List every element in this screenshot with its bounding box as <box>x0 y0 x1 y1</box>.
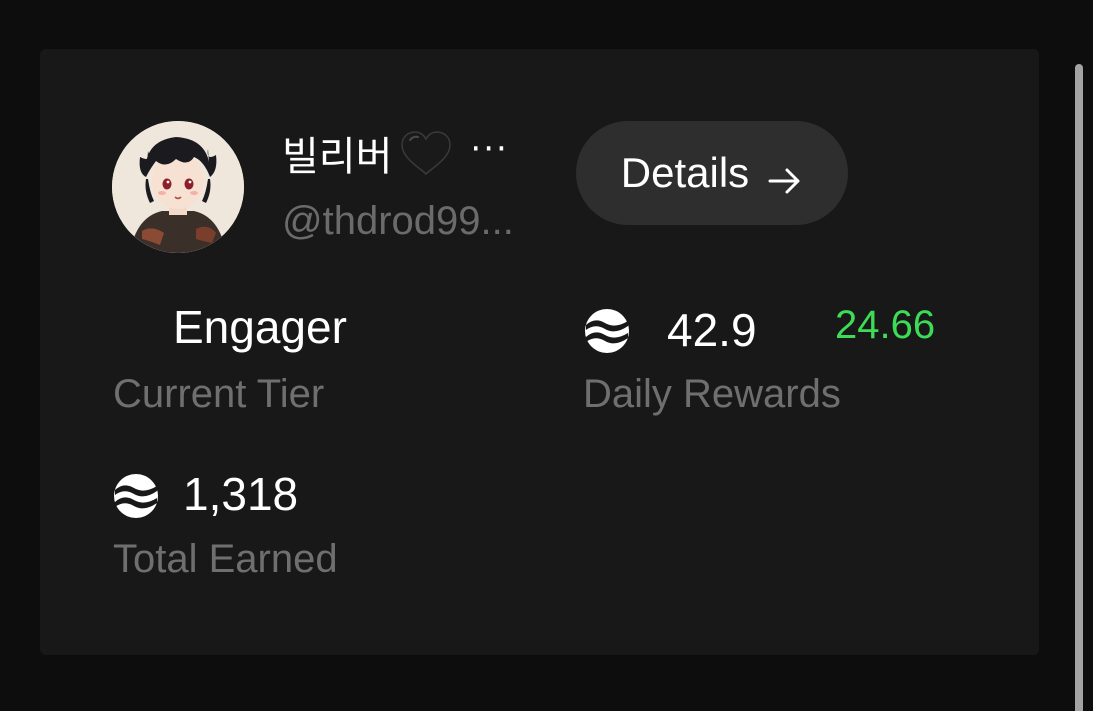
user-handle: @thdrod99... <box>282 199 514 243</box>
total-earned-value: 1,318 <box>183 468 299 520</box>
daily-rewards-delta: 24.66 <box>835 303 936 347</box>
total-earned-label: Total Earned <box>113 537 338 581</box>
page: 빌리버 ··· @thdrod99... Details Engager Cur… <box>0 0 1093 711</box>
arrow-right-icon <box>767 158 803 194</box>
anime-avatar-icon <box>112 121 244 253</box>
profile-card: 빌리버 ··· @thdrod99... Details Engager Cur… <box>40 49 1039 655</box>
current-tier-value: Engager <box>173 301 347 353</box>
wave-token-icon <box>583 308 631 354</box>
current-tier-label: Current Tier <box>113 372 325 416</box>
avatar[interactable] <box>112 121 244 253</box>
name-ellipsis: ··· <box>470 129 509 169</box>
wave-token-icon <box>112 473 160 519</box>
black-heart-icon <box>398 130 454 176</box>
details-button-label: Details <box>620 149 750 196</box>
details-button[interactable]: Details <box>576 121 848 225</box>
scrollbar[interactable] <box>1075 64 1083 711</box>
daily-rewards-value: 42.9 <box>667 304 757 356</box>
display-name-text: 빌리버 <box>282 134 393 180</box>
display-name[interactable]: 빌리버 ··· <box>282 127 509 180</box>
daily-rewards-label: Daily Rewards <box>583 372 841 416</box>
